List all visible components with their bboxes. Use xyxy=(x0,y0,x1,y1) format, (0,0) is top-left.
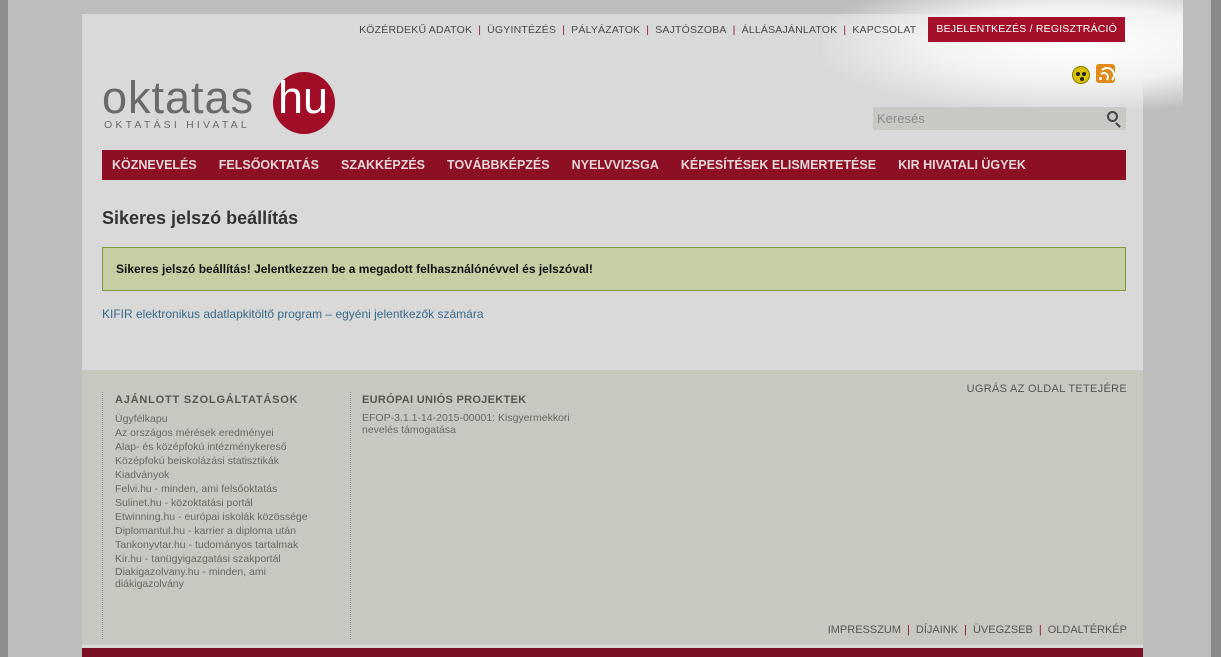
left-shade xyxy=(0,0,8,657)
footer-service-link[interactable]: Kir.hu - tanügyigazgatási szakportál xyxy=(115,552,350,566)
top-nav-item-kapcsolat[interactable]: KAPCSOLAT xyxy=(846,24,922,36)
footer-bottom-nav: IMPRESSZUM | DÍJAINK | ÜVEGZSEB | OLDALT… xyxy=(822,624,1127,636)
main-nav: KÖZNEVELÉS FELSŐOKTATÁS SZAKKÉPZÉS TOVÁB… xyxy=(102,150,1126,180)
main-nav-item-felsooktatas[interactable]: FELSŐOKTATÁS xyxy=(208,158,330,172)
login-register-button[interactable]: BEJELENTKEZÉS / REGISZTRÁCIÓ xyxy=(928,17,1125,42)
page: KÖZÉRDEKŰ ADATOK | ÜGYINTÉZÉS | PÁLYÁZAT… xyxy=(82,0,1183,657)
footer-service-link[interactable]: Diakigazolvany.hu - minden, ami xyxy=(115,566,350,578)
footer-service-link[interactable]: Tankonyvtar.hu - tudományos tartalmak xyxy=(115,538,350,552)
rss-icon[interactable] xyxy=(1096,64,1115,83)
top-nav: KÖZÉRDEKŰ ADATOK | ÜGYINTÉZÉS | PÁLYÁZAT… xyxy=(353,17,1125,42)
main-nav-item-koznevels[interactable]: KÖZNEVELÉS xyxy=(112,158,208,172)
main-nav-item-szakkepzes[interactable]: SZAKKÉPZÉS xyxy=(330,158,436,172)
top-nav-item-allasajanlatok[interactable]: ÁLLÁSAJÁNLATOK xyxy=(736,24,844,36)
top-nav-item-kozerdeku[interactable]: KÖZÉRDEKŰ ADATOK xyxy=(353,24,478,36)
site-logo[interactable]: oktatas hu OKTATÁSI HIVATAL xyxy=(102,72,362,138)
footer-services-list: Ügyfélkapu Az országos mérések eredménye… xyxy=(115,412,350,590)
footer-service-link[interactable]: Középfokú beiskolázási statisztikák xyxy=(115,454,350,468)
footer-services-column: AJÁNLOTT SZOLGÁLTATÁSOK Ügyfélkapu Az or… xyxy=(102,392,351,639)
footer-service-link[interactable]: Az országos mérések eredményei xyxy=(115,426,350,440)
footer-bar xyxy=(82,648,1143,657)
footer-services-heading: AJÁNLOTT SZOLGÁLTATÁSOK xyxy=(115,394,299,406)
search-icon[interactable] xyxy=(1107,111,1118,122)
main-nav-item-kepesitesek[interactable]: KÉPESÍTÉSEK ELISMERTETÉSE xyxy=(670,158,887,172)
accessibility-icon[interactable] xyxy=(1072,66,1090,84)
top-nav-item-palyazatok[interactable]: PÁLYÁZATOK xyxy=(565,24,646,36)
logo-word: oktatas xyxy=(102,72,255,123)
top-nav-item-sajtoszoba[interactable]: SAJTÓSZOBA xyxy=(649,24,732,36)
page-title: Sikeres jelszó beállítás xyxy=(102,208,299,228)
footer-link-dijaink[interactable]: DÍJAINK xyxy=(910,624,964,636)
logo-tagline: OKTATÁSI HIVATAL xyxy=(104,119,250,131)
back-to-top-link[interactable]: UGRÁS AZ OLDAL TETEJÉRE xyxy=(967,383,1127,395)
search-input[interactable] xyxy=(873,111,1093,126)
footer-service-link[interactable]: Felvi.hu - minden, ami felsőoktatás xyxy=(115,482,350,496)
footer-service-link[interactable]: Kiadványok xyxy=(115,468,350,482)
search-box xyxy=(873,107,1126,130)
footer-eu-column: EURÓPAI UNIÓS PROJEKTEK EFOP-3.1.1-14-20… xyxy=(350,392,630,639)
footer-service-link[interactable]: Alap- és középfokú intézménykereső xyxy=(115,440,350,454)
footer-eu-project-link-cont[interactable]: nevelés támogatása xyxy=(362,424,630,436)
kifir-link[interactable]: KIFIR elektronikus adatlapkitöltő progra… xyxy=(102,307,484,321)
footer-eu-project-link[interactable]: EFOP-3.1.1-14-2015-00001: Kisgyermekkori xyxy=(362,412,630,424)
right-shade xyxy=(1211,0,1221,657)
footer-link-impresszum[interactable]: IMPRESSZUM xyxy=(822,624,907,636)
success-alert: Sikeres jelszó beállítás! Jelentkezzen b… xyxy=(102,247,1126,291)
main-nav-item-nyelvvizsga[interactable]: NYELVVIZSGA xyxy=(561,158,670,172)
footer-eu-heading: EURÓPAI UNIÓS PROJEKTEK xyxy=(362,394,527,406)
footer-link-oldalterkep[interactable]: OLDALTÉRKÉP xyxy=(1042,624,1127,636)
top-nav-item-ugyintezes[interactable]: ÜGYINTÉZÉS xyxy=(481,24,562,36)
footer-eu-list: EFOP-3.1.1-14-2015-00001: Kisgyermekkori… xyxy=(362,412,630,436)
footer-service-link-cont[interactable]: diákigazolvány xyxy=(115,578,350,590)
logo-suffix: hu xyxy=(278,72,329,123)
footer-service-link[interactable]: Diplomantul.hu - karrier a diploma után xyxy=(115,524,350,538)
footer-service-link[interactable]: Sulinet.hu - közoktatási portál xyxy=(115,496,350,510)
main-nav-item-kir[interactable]: KIR HIVATALI ÜGYEK xyxy=(887,158,1037,172)
main-nav-item-tovabbkepzes[interactable]: TOVÁBBKÉPZÉS xyxy=(436,158,561,172)
footer-service-link[interactable]: Ügyfélkapu xyxy=(115,412,350,426)
footer: AJÁNLOTT SZOLGÁLTATÁSOK Ügyfélkapu Az or… xyxy=(82,370,1143,645)
footer-link-uvegzseb[interactable]: ÜVEGZSEB xyxy=(967,624,1039,636)
footer-service-link[interactable]: Etwinning.hu - európai iskolák közössége xyxy=(115,510,350,524)
